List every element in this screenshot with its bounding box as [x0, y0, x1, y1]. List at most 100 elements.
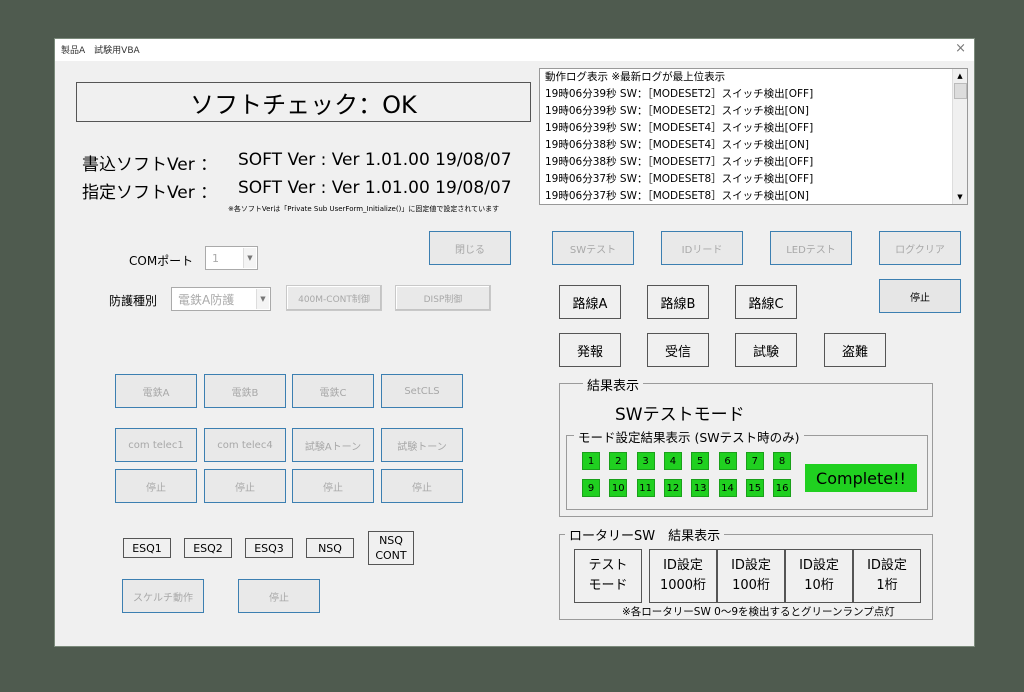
log-entry[interactable]: 19時06分39秒 SW：［MODESET2］スイッチ検出[ON]	[540, 103, 967, 120]
mode-lamp: 13	[691, 479, 710, 497]
railway-c-button[interactable]: 電鉄C	[292, 374, 374, 408]
mode-lamp: 5	[691, 452, 710, 470]
mode-lamp: 2	[609, 452, 628, 470]
esq1-button[interactable]: ESQ1	[123, 538, 171, 558]
rotary-cell-line2: 1000桁	[659, 578, 707, 593]
mode-lamp: 11	[636, 479, 655, 497]
mode-lamp: 14	[718, 479, 737, 497]
railway-b-button[interactable]: 電鉄B	[204, 374, 286, 408]
window-title: 製品A 試験用VBA	[61, 46, 140, 56]
squelch-stop-button[interactable]: 停止	[238, 579, 320, 613]
log-listbox[interactable]: 動作ログ表示 ※最新ログが最上位表示 19時06分39秒 SW：［MODESET2…	[539, 68, 968, 205]
rotary-cell-line2: モード	[588, 578, 628, 593]
mode-lamp: 6	[718, 452, 737, 470]
scroll-thumb[interactable]	[954, 83, 967, 99]
rotary-caption: ロータリーSW 結果表示	[565, 525, 725, 544]
mode-text: SWテストモード	[615, 405, 745, 425]
log-entry[interactable]: 19時06分38秒 SW：［MODESET7］スイッチ検出[OFF]	[540, 154, 967, 171]
log-entry[interactable]: 19時06分39秒 SW：［MODESET2］スイッチ検出[OFF]	[540, 86, 967, 103]
sw-test-button[interactable]: SWテスト	[552, 231, 634, 265]
mode-lamp: 4	[663, 452, 682, 470]
log-entry[interactable]: 19時06分39秒 SW：［MODESET4］スイッチ検出[OFF]	[540, 120, 967, 137]
test-button[interactable]: 試験	[735, 333, 797, 367]
rotary-cell-line2: 10桁	[804, 578, 834, 593]
nsq-cont-line2: CONT	[375, 549, 407, 562]
route-b-button[interactable]: 路線B	[647, 285, 709, 319]
protect-type-value: 電鉄A防護	[178, 292, 235, 307]
mode-lamp: 8	[773, 452, 792, 470]
alarm-button[interactable]: 発報	[559, 333, 621, 367]
main-window: 製品A 試験用VBA × ソフトチェック：OK 書込ソフトVer ： SOFT …	[54, 38, 975, 647]
400m-cont-button[interactable]: 400M-CONT制御	[286, 285, 382, 311]
result-caption: 結果表示	[583, 375, 644, 394]
com-port-label: COMポート	[129, 254, 194, 268]
disp-control-button[interactable]: DISP制御	[395, 285, 491, 311]
spec-version-value: SOFT Ver : Ver 1.01.00 19/08/07	[238, 178, 512, 198]
mode-lamp: 1	[582, 452, 600, 470]
rotary-cell: テスト モード	[574, 549, 642, 603]
test-a-tone-button[interactable]: 試験Aトーン	[292, 428, 374, 462]
mode-lamp: 12	[663, 479, 682, 497]
stop-button[interactable]: 停止	[879, 279, 961, 313]
rotary-cell-line1: ID設定	[799, 558, 839, 573]
squelch-run-button[interactable]: スケルチ動作	[122, 579, 204, 613]
receive-button[interactable]: 受信	[647, 333, 709, 367]
title-bar: 製品A 試験用VBA ×	[55, 39, 974, 61]
rotary-note: ※各ロータリーSW 0～9を検出するとグリーンランプ点灯	[622, 606, 895, 618]
mode-result-caption: モード設定結果表示 (SWテスト時のみ)	[574, 427, 804, 446]
rotary-cell: ID設定 1000桁	[649, 549, 717, 603]
telec1-stop-button[interactable]: 停止	[115, 469, 197, 503]
complete-indicator: Complete!!	[805, 464, 917, 492]
route-a-button[interactable]: 路線A	[559, 285, 621, 319]
route-c-button[interactable]: 路線C	[735, 285, 797, 319]
nsq-cont-line1: NSQ	[379, 534, 403, 547]
protect-type-select[interactable]: 電鉄A防護 ▼	[171, 287, 271, 311]
version-note: ※各ソフトVerは「Private Sub UserForm_Initializ…	[228, 205, 500, 213]
status-display: ソフトチェック：OK	[76, 82, 531, 122]
chevron-down-icon[interactable]: ▼	[243, 248, 256, 268]
log-header: 動作ログ表示 ※最新ログが最上位表示	[545, 71, 726, 83]
log-scrollbar[interactable]: ▲ ▼	[952, 69, 967, 204]
mode-lamp: 15	[745, 479, 764, 497]
log-lines: 動作ログ表示 ※最新ログが最上位表示 19時06分39秒 SW：［MODESET2…	[540, 69, 967, 204]
rotary-cell-line1: ID設定	[663, 558, 703, 573]
setcls-button[interactable]: SetCLS	[381, 374, 463, 408]
test-tone-button[interactable]: 試験トーン	[381, 428, 463, 462]
led-test-button[interactable]: LEDテスト	[770, 231, 852, 265]
rotary-cell-line2: 100桁	[732, 578, 770, 593]
rotary-cell: ID設定 100桁	[717, 549, 785, 603]
mode-lamp: 9	[582, 479, 600, 497]
esq2-button[interactable]: ESQ2	[184, 538, 232, 558]
log-entry[interactable]: 19時06分38秒 SW：［MODESET4］スイッチ検出[ON]	[540, 137, 967, 154]
log-entry[interactable]: 19時06分37秒 SW：［MODESET8］スイッチ検出[OFF]	[540, 171, 967, 188]
com-telec4-button[interactable]: com telec4	[204, 428, 286, 462]
chevron-down-icon[interactable]: ▼	[256, 289, 269, 309]
rotary-cell: ID設定 10桁	[785, 549, 853, 603]
test-a-tone-stop-button[interactable]: 停止	[292, 469, 374, 503]
esq3-button[interactable]: ESQ3	[245, 538, 293, 558]
rotary-cell-line1: テスト	[588, 558, 628, 573]
nsq-button[interactable]: NSQ	[306, 538, 354, 558]
railway-a-button[interactable]: 電鉄A	[115, 374, 197, 408]
rotary-cell-line1: ID設定	[867, 558, 907, 573]
com-telec1-button[interactable]: com telec1	[115, 428, 197, 462]
log-clear-button[interactable]: ログクリア	[879, 231, 961, 265]
close-icon[interactable]: ×	[955, 41, 966, 56]
log-entry[interactable]: 19時06分37秒 SW：［MODESET8］スイッチ検出[ON]	[540, 188, 967, 204]
mode-lamp: 3	[636, 452, 655, 470]
id-read-button[interactable]: IDリード	[661, 231, 743, 265]
com-port-select[interactable]: 1 ▼	[205, 246, 258, 270]
scroll-down-icon[interactable]: ▼	[955, 191, 965, 203]
com-port-value: 1	[212, 251, 219, 265]
rotary-cell-line2: 1桁	[876, 578, 898, 593]
theft-button[interactable]: 盗難	[824, 333, 886, 367]
nsq-cont-button[interactable]: NSQ CONT	[368, 531, 414, 565]
telec4-stop-button[interactable]: 停止	[204, 469, 286, 503]
mode-lamp: 10	[609, 479, 628, 497]
scroll-up-icon[interactable]: ▲	[955, 70, 965, 82]
mode-lamp: 7	[745, 452, 764, 470]
write-version-value: SOFT Ver : Ver 1.01.00 19/08/07	[238, 150, 512, 170]
close-button[interactable]: 閉じる	[429, 231, 511, 265]
test-tone-stop-button[interactable]: 停止	[381, 469, 463, 503]
mode-lamp: 16	[773, 479, 792, 497]
